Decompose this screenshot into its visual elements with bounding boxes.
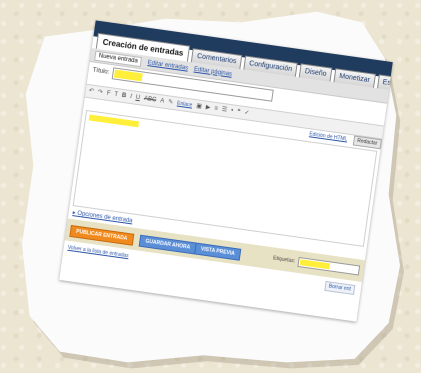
preview-button[interactable]: VISTA PREVIA (194, 242, 242, 261)
quote-icon[interactable]: ❝ (237, 109, 241, 115)
subtab-edit-posts[interactable]: Editar entradas (147, 60, 188, 72)
underline-icon[interactable]: U (135, 95, 140, 102)
title-highlight (113, 69, 143, 82)
image-icon[interactable]: ▣ (196, 103, 202, 110)
labels-box: Etiquetas: (272, 253, 361, 276)
link-button[interactable]: Enlace (177, 101, 193, 109)
video-icon[interactable]: ▶ (205, 105, 210, 112)
publish-button[interactable]: PUBLICAR ENTRADA (69, 224, 135, 246)
font-icon[interactable]: F (106, 91, 110, 97)
redo-icon[interactable]: ↷ (97, 89, 103, 96)
text-color-icon[interactable]: A (160, 98, 165, 105)
align-icon[interactable]: ☰ (221, 107, 227, 114)
screenshot-frame: Creación de entradas Comentarios Configu… (59, 20, 393, 322)
edit-html-link[interactable]: Edición de HTML (309, 131, 348, 142)
delete-post-button[interactable]: Borrar ent (324, 280, 356, 296)
bold-icon[interactable]: B (121, 93, 126, 100)
undo-icon[interactable]: ↶ (88, 88, 94, 95)
jump-break-icon[interactable]: ≡ (214, 106, 218, 112)
labels-highlight (299, 259, 331, 270)
subtab-edit-pages[interactable]: Editar páginas (194, 66, 233, 77)
title-label: Título: (92, 67, 110, 76)
labels-input[interactable] (297, 256, 361, 276)
highlight-icon[interactable]: ✎ (168, 99, 174, 106)
spellcheck-icon[interactable]: ✓ (244, 110, 250, 117)
font-size-icon[interactable]: T (114, 92, 118, 98)
editor-highlight (88, 114, 140, 128)
save-draft-button[interactable]: GUARDAR AHORA (138, 234, 197, 255)
labels-label: Etiquetas: (272, 255, 296, 265)
list-icon[interactable]: • (231, 108, 234, 114)
strike-icon[interactable]: ABC (144, 96, 157, 104)
italic-icon[interactable]: I (130, 94, 132, 100)
